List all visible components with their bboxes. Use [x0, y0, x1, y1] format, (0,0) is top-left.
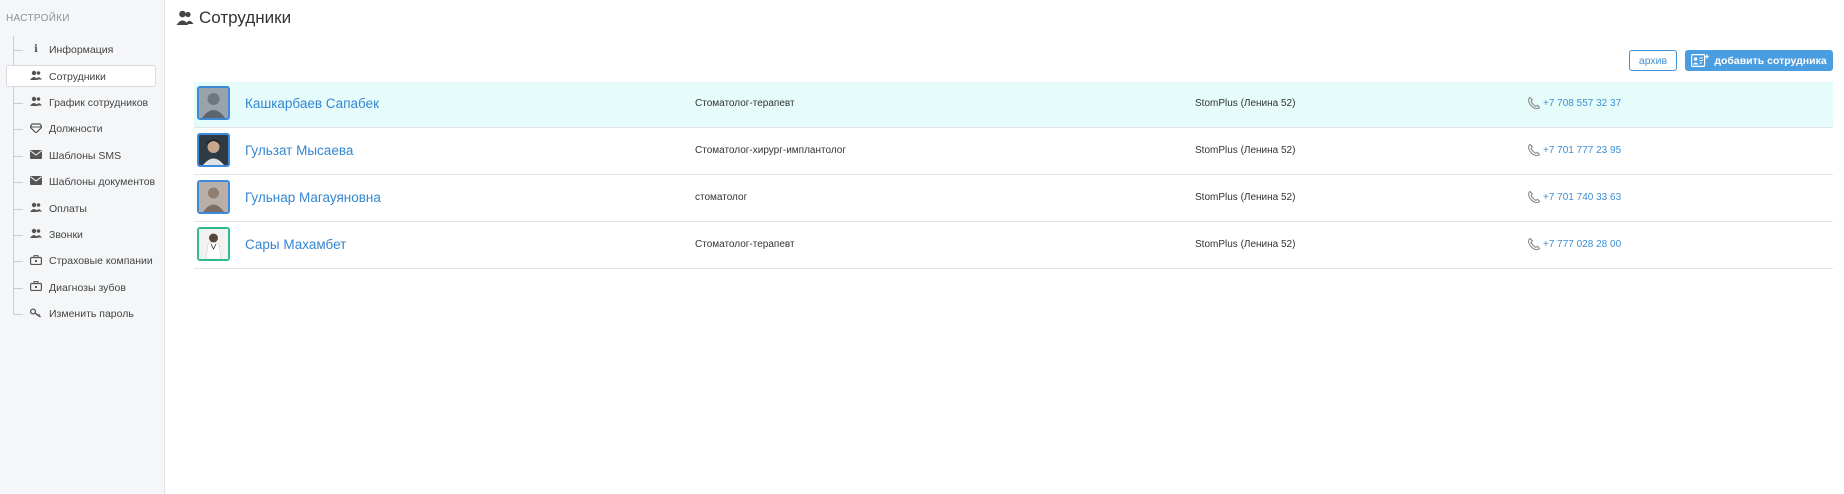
- employee-name-link[interactable]: Гульнар Магауяновна: [245, 190, 381, 205]
- avatar[interactable]: [197, 180, 230, 214]
- employee-position: Стоматолог-хирург-имплантолог: [695, 145, 846, 156]
- page-title: Сотрудники: [176, 8, 291, 28]
- table-row[interactable]: Сары Махамбет Стоматолог-терапевт StomPl…: [194, 223, 1833, 269]
- table-row[interactable]: Гульнар Магауяновна стоматолог StomPlus …: [194, 176, 1833, 222]
- users-icon: [176, 10, 194, 25]
- sidebar-item-positions[interactable]: Должности: [0, 116, 165, 142]
- sidebar-item-label: Должности: [49, 123, 103, 136]
- sidebar-item-doc-templates[interactable]: Шаблоны документов: [0, 169, 165, 195]
- tree-branch: [13, 234, 23, 236]
- phone-icon: [1528, 237, 1541, 251]
- add-user-icon: [1691, 54, 1710, 67]
- avatar-photo: [199, 135, 228, 165]
- avatar[interactable]: [197, 133, 230, 167]
- sidebar-item-schedule[interactable]: График сотрудников: [0, 90, 165, 116]
- tree-branch: [13, 261, 23, 263]
- sidebar-item-payments[interactable]: Оплаты: [0, 195, 165, 221]
- sidebar-item-label: Шаблоны документов: [49, 176, 156, 189]
- sidebar-title: НАСТРОЙКИ: [6, 13, 70, 24]
- sidebar-item-insurance[interactable]: Страховые компании: [0, 248, 165, 274]
- employee-phone: +7 701 740 33 63: [1543, 191, 1622, 203]
- employee-phone: +7 701 777 23 95: [1543, 144, 1622, 156]
- archive-button-label: архив: [1638, 54, 1668, 67]
- tree-branch: [13, 50, 23, 52]
- briefcase-icon: [30, 281, 43, 294]
- table-row[interactable]: Гульзат Мысаева Стоматолог-хирург-имплан…: [194, 129, 1833, 175]
- tree-branch: [13, 102, 23, 104]
- employee-position: Стоматолог-терапевт: [695, 98, 795, 109]
- add-employee-button[interactable]: добавить сотрудника: [1685, 50, 1833, 71]
- employee-position: стоматолог: [695, 192, 748, 203]
- sidebar-item-sms-templates[interactable]: Шаблоны SMS: [0, 143, 165, 169]
- app: НАСТРОЙКИ i Информация Сотрудники График…: [0, 0, 1844, 494]
- employee-phone-link[interactable]: +7 701 777 23 95: [1527, 143, 1621, 157]
- archive-button[interactable]: архив: [1629, 50, 1677, 71]
- employees-table: Кашкарбаев Сапабек Стоматолог-терапевт S…: [194, 82, 1833, 270]
- avatar[interactable]: [197, 227, 230, 261]
- sidebar-menu: i Информация Сотрудники График сотрудник…: [0, 37, 165, 327]
- phone-icon: [1528, 190, 1541, 204]
- page-title-text: Сотрудники: [199, 8, 292, 27]
- employee-phone-link[interactable]: +7 701 740 33 63: [1527, 190, 1621, 204]
- employee-branch: StomPlus (Ленина 52): [1195, 192, 1296, 203]
- add-employee-label: добавить сотрудника: [1714, 54, 1827, 67]
- users-icon: [30, 70, 42, 83]
- avatar-photo: [199, 88, 228, 118]
- sidebar-item-calls[interactable]: Звонки: [0, 222, 165, 248]
- sidebar-item-label: Сотрудники: [49, 70, 106, 83]
- sidebar-item-label: Шаблоны SMS: [49, 149, 122, 162]
- employee-branch: StomPlus (Ленина 52): [1195, 145, 1296, 156]
- briefcase-icon: [30, 254, 43, 268]
- employee-branch: StomPlus (Ленина 52): [1195, 239, 1296, 250]
- avatar-photo: [199, 182, 228, 212]
- users-icon: [30, 96, 42, 109]
- phone-icon: [1528, 143, 1541, 157]
- employee-position: Стоматолог-терапевт: [695, 239, 795, 250]
- sidebar-item-change-password[interactable]: Изменить пароль: [0, 301, 165, 327]
- key-icon: [29, 308, 42, 321]
- tree-branch: [13, 155, 23, 157]
- employee-name-link[interactable]: Кашкарбаев Сапабек: [245, 96, 379, 111]
- tree-branch: [13, 314, 23, 316]
- diamond-icon: [29, 123, 43, 136]
- tree-branch: [13, 182, 23, 184]
- envelope-icon: [30, 149, 42, 162]
- sidebar-item-label: Звонки: [49, 228, 83, 241]
- users-icon: [30, 228, 42, 241]
- employee-phone-link[interactable]: +7 777 028 28 00: [1527, 237, 1621, 251]
- sidebar-item-label: Изменить пароль: [49, 308, 134, 321]
- phone-icon: [1528, 96, 1541, 110]
- employee-branch: StomPlus (Ленина 52): [1195, 98, 1296, 109]
- employee-name-link[interactable]: Сары Махамбет: [245, 237, 346, 252]
- sidebar-item-label: Диагнозы зубов: [49, 281, 126, 294]
- employee-phone: +7 777 028 28 00: [1543, 238, 1622, 250]
- sidebar-item-label: График сотрудников: [49, 96, 149, 109]
- avatar[interactable]: [197, 86, 230, 120]
- sidebar-item-label: Оплаты: [49, 202, 87, 215]
- sidebar-item-employees[interactable]: Сотрудники: [0, 63, 165, 89]
- sidebar-item-label: Информация: [49, 44, 114, 57]
- envelope-icon: [30, 176, 42, 188]
- employee-phone-link[interactable]: +7 708 557 32 37: [1527, 96, 1621, 110]
- tree-branch: [13, 129, 23, 131]
- sidebar-item-tooth-diagnoses[interactable]: Диагнозы зубов: [0, 275, 165, 301]
- sidebar-item-info[interactable]: i Информация: [0, 37, 165, 63]
- info-icon: i: [34, 44, 38, 56]
- tree-branch: [13, 208, 23, 210]
- employee-phone: +7 708 557 32 37: [1543, 97, 1622, 109]
- sidebar: НАСТРОЙКИ i Информация Сотрудники График…: [0, 0, 165, 494]
- users-icon: [30, 202, 42, 215]
- tree-branch: [13, 287, 23, 289]
- avatar-photo: [199, 229, 228, 259]
- table-row[interactable]: Кашкарбаев Сапабек Стоматолог-терапевт S…: [194, 82, 1833, 128]
- sidebar-item-label: Страховые компании: [49, 255, 153, 268]
- employee-name-link[interactable]: Гульзат Мысаева: [245, 143, 353, 158]
